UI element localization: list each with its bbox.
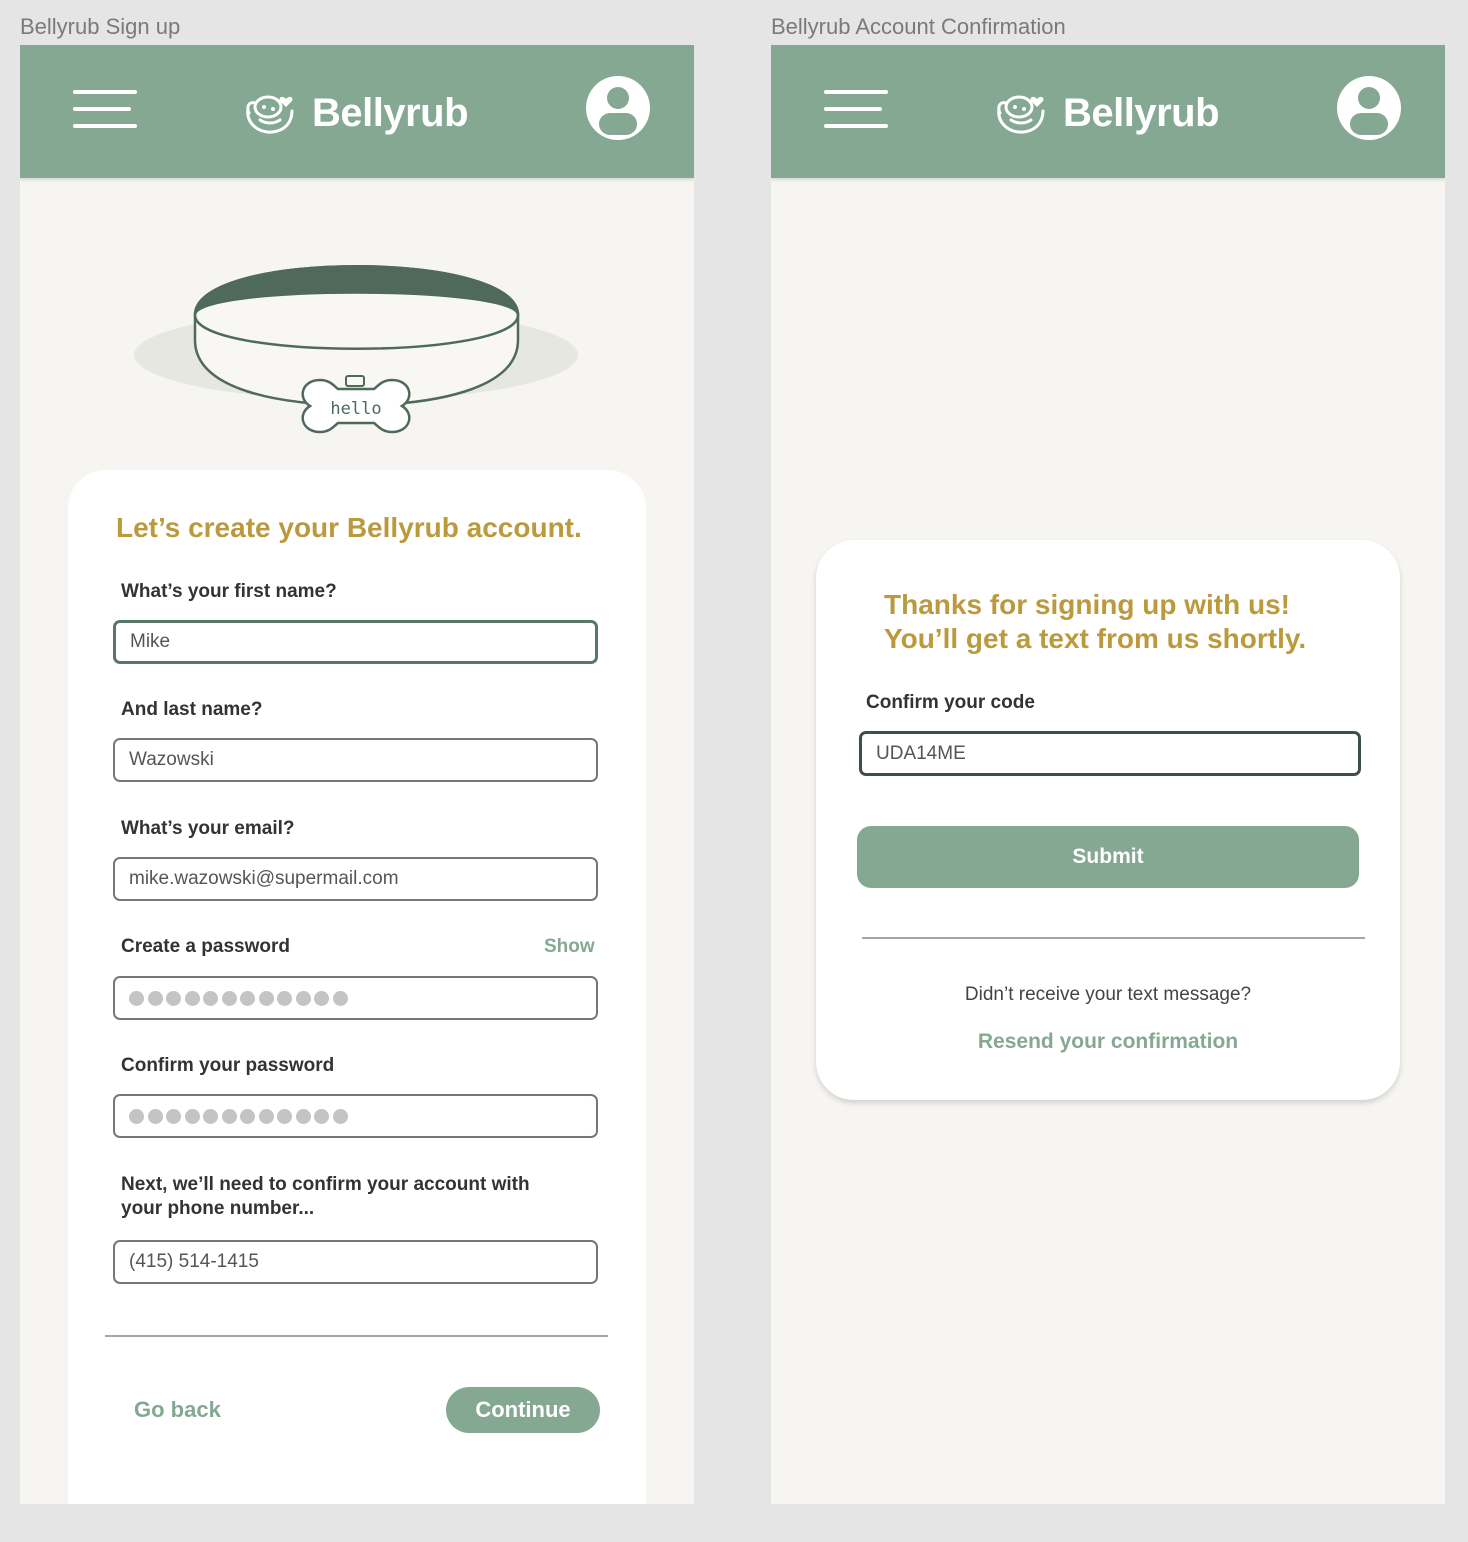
code-input[interactable]: UDA14ME: [859, 731, 1361, 776]
confirmation-screen: Bellyrub Thanks for signing up with us! …: [771, 45, 1445, 1504]
dog-heart-icon: [997, 95, 1045, 134]
confirm-password-mask: [129, 1108, 348, 1124]
password-mask-dot: [129, 990, 144, 1006]
signup-card: Let’s create your Bellyrub account. What…: [68, 470, 646, 1504]
signup-title: Let’s create your Bellyrub account.: [116, 512, 582, 543]
confirm-password-input[interactable]: [113, 1094, 598, 1138]
last-name-input[interactable]: Wazowski: [113, 738, 598, 782]
password-mask-dot: [258, 1108, 274, 1124]
first-name-label: What’s your first name?: [121, 581, 337, 602]
password-mask-dot: [147, 990, 163, 1006]
phone-value: (415) 514-1415: [129, 1251, 259, 1272]
user-avatar-icon[interactable]: [585, 75, 651, 141]
password-mask-dot: [166, 1108, 181, 1124]
code-label: Confirm your code: [866, 692, 1035, 713]
password-mask-dot: [332, 1108, 348, 1124]
password-mask-dot: [166, 990, 181, 1006]
confirm-password-label: Confirm your password: [121, 1055, 335, 1076]
phone-label: Next, we’ll need to confirm your account…: [121, 1174, 530, 1219]
password-mask-dot: [221, 1108, 237, 1124]
confirmation-title: Thanks for signing up with us! You’ll ge…: [884, 588, 1306, 656]
resend-link[interactable]: Resend your confirmation: [816, 1030, 1400, 1054]
collar-tag-text: hello: [330, 399, 381, 419]
menu-icon[interactable]: [824, 89, 888, 129]
form-divider: [105, 1335, 608, 1337]
password-input[interactable]: [113, 976, 598, 1020]
user-avatar-icon[interactable]: [1336, 75, 1402, 141]
last-name-label: And last name?: [121, 699, 263, 720]
continue-button[interactable]: Continue: [446, 1387, 600, 1433]
password-mask-dot: [314, 990, 329, 1006]
code-value: UDA14ME: [876, 742, 966, 764]
collar-illustration: hello: [134, 265, 578, 434]
password-label: Create a password: [121, 936, 290, 957]
password-mask-dot: [184, 1108, 200, 1124]
password-mask-dot: [240, 1108, 255, 1124]
password-mask-dot: [332, 990, 348, 1006]
confirmation-title-line2: You’ll get a text from us shortly.: [884, 623, 1307, 654]
first-name-value: Mike: [130, 631, 171, 652]
app-header: Bellyrub: [771, 45, 1445, 178]
signup-screen: Bellyrub hello Let’s create your Bellyru…: [20, 45, 694, 1504]
password-mask-dot: [258, 990, 274, 1006]
confirmation-title-line1: Thanks for signing up with us!: [884, 589, 1290, 620]
frame-label-signup: Bellyrub Sign up: [20, 14, 181, 39]
password-mask: [129, 990, 348, 1006]
password-mask-dot: [147, 1108, 163, 1124]
no-text-message: Didn’t receive your text message?: [964, 984, 1252, 1005]
password-mask-dot: [295, 990, 311, 1006]
password-mask-dot: [203, 990, 218, 1006]
password-mask-dot: [221, 990, 237, 1006]
password-mask-dot: [203, 1108, 218, 1124]
first-name-input[interactable]: Mike: [113, 620, 598, 664]
submit-button[interactable]: Submit: [857, 826, 1359, 888]
password-mask-dot: [277, 1108, 292, 1124]
password-mask-dot: [240, 990, 255, 1006]
email-input[interactable]: mike.wazowski@supermail.com: [113, 857, 598, 901]
frame-label-confirmation: Bellyrub Account Confirmation: [771, 14, 1066, 39]
password-mask-dot: [277, 990, 292, 1006]
email-label: What’s your email?: [121, 818, 295, 839]
password-mask-dot: [314, 1108, 329, 1124]
password-mask-dot: [295, 1108, 311, 1124]
confirm-divider: [862, 937, 1365, 939]
show-password-link[interactable]: Show: [544, 936, 595, 958]
phone-input[interactable]: (415) 514-1415: [113, 1240, 598, 1284]
brand-name: Bellyrub: [1063, 91, 1220, 135]
app-header: Bellyrub: [20, 45, 694, 178]
go-back-link[interactable]: Go back: [134, 1397, 221, 1423]
password-mask-dot: [184, 990, 200, 1006]
menu-icon[interactable]: [73, 89, 137, 129]
brand-name: Bellyrub: [312, 91, 469, 135]
dog-heart-icon: [246, 95, 294, 134]
last-name-value: Wazowski: [129, 749, 214, 770]
password-mask-dot: [129, 1108, 144, 1124]
email-value: mike.wazowski@supermail.com: [129, 868, 399, 889]
confirmation-card: Thanks for signing up with us! You’ll ge…: [816, 540, 1400, 1100]
